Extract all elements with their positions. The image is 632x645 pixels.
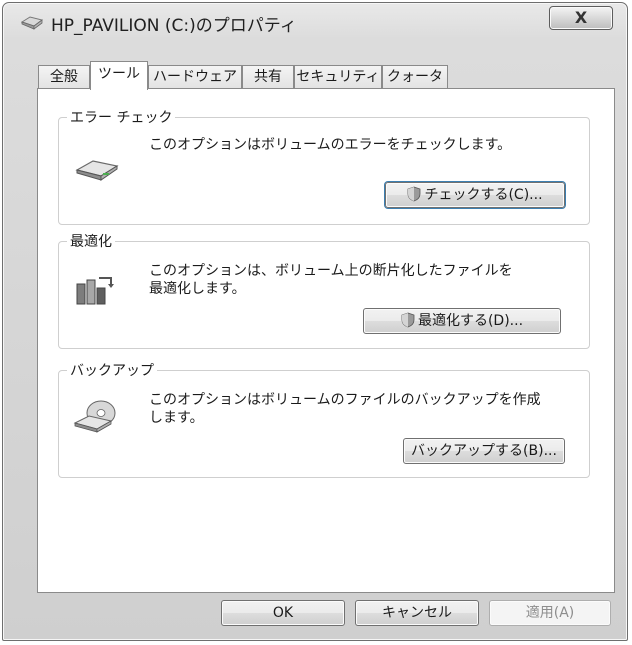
tab-quota[interactable]: クォータ	[382, 65, 448, 89]
defrag-group: 最適化 このオプションは、ボリューム上の断片化したファイルを 最適化します。 最…	[58, 231, 590, 349]
error-check-description: このオプションはボリュームのエラーをチェックします。	[149, 137, 512, 153]
tab-security[interactable]: セキュリティ	[294, 65, 382, 89]
close-button[interactable]: X	[549, 6, 613, 30]
shield-icon	[407, 186, 421, 202]
shield-icon	[401, 312, 415, 328]
drive-icon	[20, 15, 44, 31]
tab-hardware[interactable]: ハードウェア	[148, 65, 242, 89]
error-check-title: エラー チェック	[67, 107, 176, 127]
defrag-description: このオプションは、ボリューム上の断片化したファイルを 最適化します。	[149, 263, 513, 297]
error-check-group: エラー チェック このオプションはボリュームのエラーをチェックします。 チェック…	[58, 107, 590, 225]
properties-dialog: HP_PAVILION (C:)のプロパティ X 全般 ツール ハードウェア 共…	[2, 2, 628, 641]
backup-icon	[73, 399, 119, 439]
defrag-icon	[75, 274, 115, 312]
ok-button[interactable]: OK	[221, 600, 345, 626]
cancel-button[interactable]: キャンセル	[355, 600, 479, 626]
backup-button[interactable]: バックアップする(B)...	[403, 438, 565, 464]
close-icon: X	[574, 8, 588, 27]
backup-group: バックアップ このオプションはボリュームのファイルのバックアップを作成 します。…	[58, 360, 590, 478]
drive-icon	[75, 156, 119, 186]
window-title: HP_PAVILION (C:)のプロパティ	[51, 16, 297, 36]
tab-general[interactable]: 全般	[38, 65, 90, 89]
backup-title: バックアップ	[67, 360, 157, 380]
tools-tab-panel: エラー チェック このオプションはボリュームのエラーをチェックします。 チェック…	[37, 88, 615, 593]
backup-description: このオプションはボリュームのファイルのバックアップを作成 します。	[149, 392, 541, 426]
check-button[interactable]: チェックする(C)...	[385, 182, 565, 208]
tab-sharing[interactable]: 共有	[242, 65, 294, 89]
defrag-title: 最適化	[67, 231, 115, 251]
apply-button[interactable]: 適用(A)	[489, 600, 611, 626]
title-bar[interactable]: HP_PAVILION (C:)のプロパティ X	[3, 3, 627, 39]
defrag-button[interactable]: 最適化する(D)...	[363, 308, 561, 334]
tab-tools[interactable]: ツール	[90, 61, 148, 90]
